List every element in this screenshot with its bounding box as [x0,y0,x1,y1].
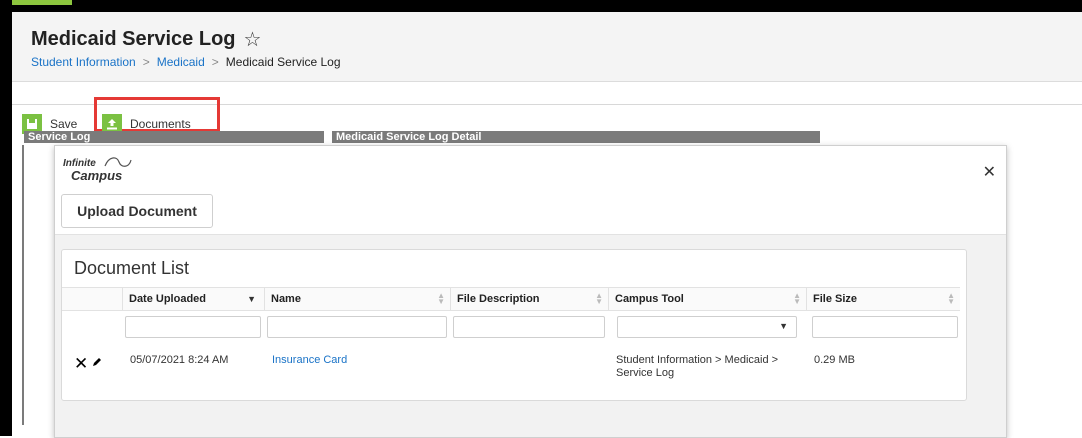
sort-icon: ▲ ▼ [437,291,445,306]
document-list-title: Document List [74,258,190,278]
infinite-campus-logo: Infinite Campus [63,156,132,183]
filter-date-uploaded[interactable] [125,316,261,338]
sort-icon: ▲ ▼ [947,291,955,306]
service-log-panel-header: Service Log [24,131,324,143]
column-file-description[interactable]: File Description ▲ ▼ [450,287,608,311]
delete-icon[interactable]: ✕ [74,354,88,374]
upload-row: Upload Document [55,189,1006,235]
cell-name: Insurance Card [272,354,347,367]
window-left-bar [0,0,12,436]
documents-modal: Infinite Campus ✕ Upload Document Docume… [54,145,1007,438]
cell-campus-tool: Student Information > Medicaid > Service… [616,354,779,379]
star-outline-icon[interactable]: ☆ [244,27,262,52]
service-log-panel-border [22,145,24,425]
save-label: Save [50,117,78,131]
table-row: ✕ 05/07/2021 8:24 AM Insurance Card Stud… [62,346,966,390]
column-file-size-label: File Size [813,293,858,305]
column-date-uploaded[interactable]: Date Uploaded ▼ [122,287,264,311]
chevron-down-icon: ▼ [779,321,788,331]
filter-file-size[interactable] [812,316,958,338]
breadcrumb: Student Information > Medicaid > Medicai… [31,55,341,69]
cell-date-uploaded: 05/07/2021 8:24 AM [130,354,229,366]
breadcrumb-student-information[interactable]: Student Information [31,55,136,69]
cell-file-size: 0.29 MB [814,354,855,366]
column-name-label: Name [271,293,301,305]
breadcrumb-medicaid[interactable]: Medicaid [157,55,205,69]
filter-campus-tool-select[interactable]: ▼ [617,316,797,338]
documents-label: Documents [130,117,191,131]
column-date-uploaded-label: Date Uploaded [129,293,207,305]
document-list: Document List Date Uploaded ▼ Name ▲ ▼ Fi… [61,249,967,401]
window-top-bar [0,0,1082,12]
column-campus-tool[interactable]: Campus Tool ▲ ▼ [608,287,806,311]
breadcrumb-current: Medicaid Service Log [225,55,341,69]
filter-file-description[interactable] [453,316,605,338]
sort-icon: ▲ ▼ [793,291,801,306]
sort-icon: ▲ ▼ [595,291,603,306]
close-icon[interactable]: ✕ [983,162,996,182]
page-header: Medicaid Service Log ☆ Student Informati… [12,12,1082,82]
edit-pencil-icon[interactable] [92,356,102,370]
upload-document-button[interactable]: Upload Document [61,194,213,228]
column-file-description-label: File Description [457,293,540,305]
service-log-detail-panel-header: Medicaid Service Log Detail [332,131,820,143]
modal-header: Infinite Campus ✕ [55,146,1006,189]
column-actions [62,287,122,311]
logo-swirl-icon [104,157,132,167]
sort-desc-icon: ▼ [247,294,256,304]
document-link[interactable]: Insurance Card [272,354,347,366]
chevron-right-icon: > [142,55,150,69]
column-file-size[interactable]: File Size ▲ ▼ [806,287,960,311]
page-title: Medicaid Service Log ☆ [31,27,261,52]
chevron-right-icon: > [211,55,219,69]
logo-line2: Campus [71,168,123,183]
page-title-text: Medicaid Service Log [31,28,236,50]
column-name[interactable]: Name ▲ ▼ [264,287,450,311]
filter-name[interactable] [267,316,447,338]
column-campus-tool-label: Campus Tool [615,293,684,305]
